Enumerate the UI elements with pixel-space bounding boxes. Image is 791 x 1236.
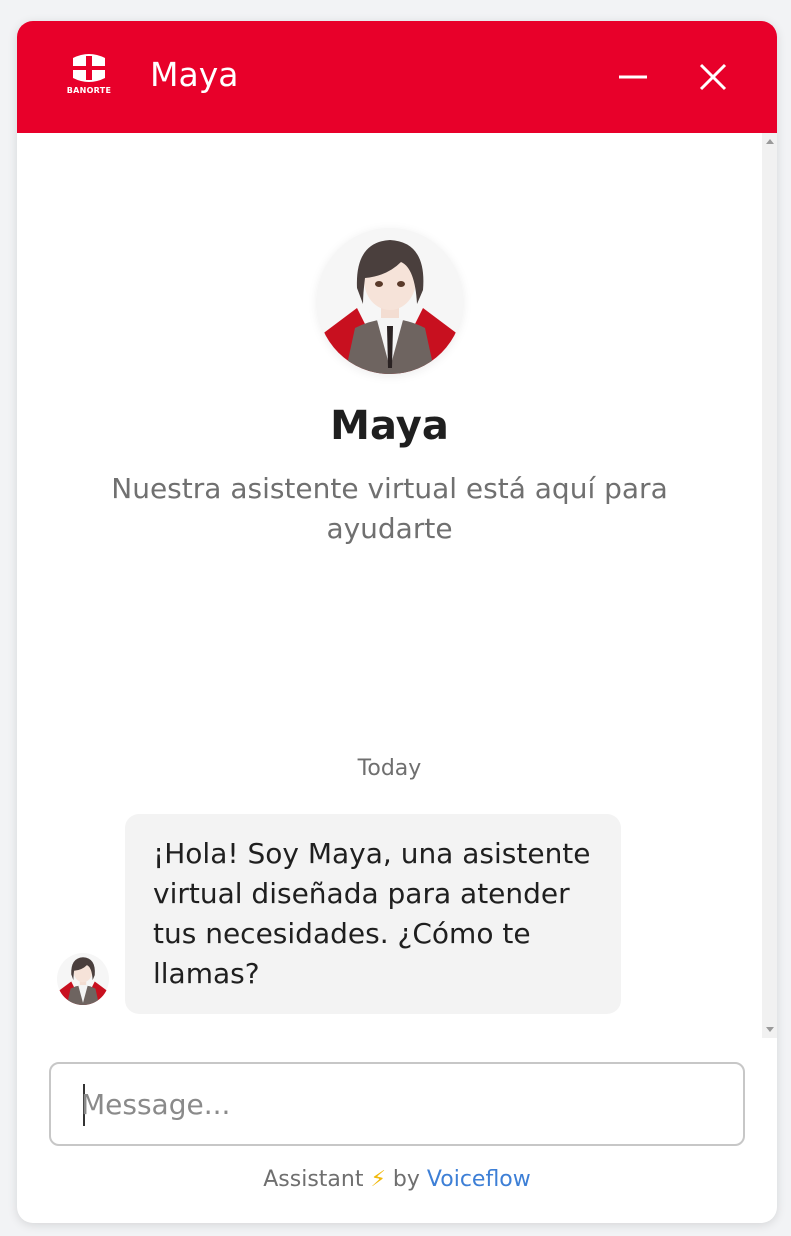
chat-widget: BANORTE Maya Maya Nuestra asistente virt… bbox=[17, 21, 777, 1223]
banorte-mark-icon bbox=[73, 54, 105, 82]
assistant-name: Maya bbox=[330, 403, 449, 449]
message-input[interactable] bbox=[81, 1084, 641, 1124]
message-input-container[interactable] bbox=[49, 1062, 745, 1146]
footer-by: by bbox=[392, 1167, 420, 1192]
scrollbar[interactable] bbox=[762, 133, 777, 1038]
scroll-up-arrow-icon[interactable] bbox=[766, 139, 774, 144]
assistant-description: Nuestra asistente virtual está aquí para… bbox=[111, 472, 668, 545]
minimize-button[interactable] bbox=[613, 57, 653, 97]
assistant-message-bubble: ¡Hola! Soy Maya, una asistente virtual d… bbox=[125, 814, 621, 1014]
assistant-avatar-large bbox=[317, 228, 463, 374]
footer-prefix: Assistant bbox=[263, 1167, 364, 1192]
voiceflow-link[interactable]: Voiceflow bbox=[427, 1167, 531, 1192]
assistant-avatar-small bbox=[57, 953, 109, 1005]
chat-title: Maya bbox=[150, 55, 239, 94]
chat-header: BANORTE Maya bbox=[17, 21, 777, 133]
lightning-icon: ⚡ bbox=[370, 1167, 386, 1192]
powered-by-footer: Assistant ⚡ by Voiceflow bbox=[17, 1167, 777, 1192]
chat-scroll-area[interactable]: Maya Nuestra asistente virtual está aquí… bbox=[17, 133, 777, 1038]
banorte-logo: BANORTE bbox=[61, 48, 117, 104]
day-separator: Today bbox=[357, 756, 422, 781]
logo-text: BANORTE bbox=[66, 86, 112, 95]
close-button[interactable] bbox=[693, 57, 733, 97]
minimize-icon bbox=[619, 75, 647, 79]
close-icon bbox=[699, 63, 727, 91]
scroll-down-arrow-icon[interactable] bbox=[766, 1027, 774, 1032]
